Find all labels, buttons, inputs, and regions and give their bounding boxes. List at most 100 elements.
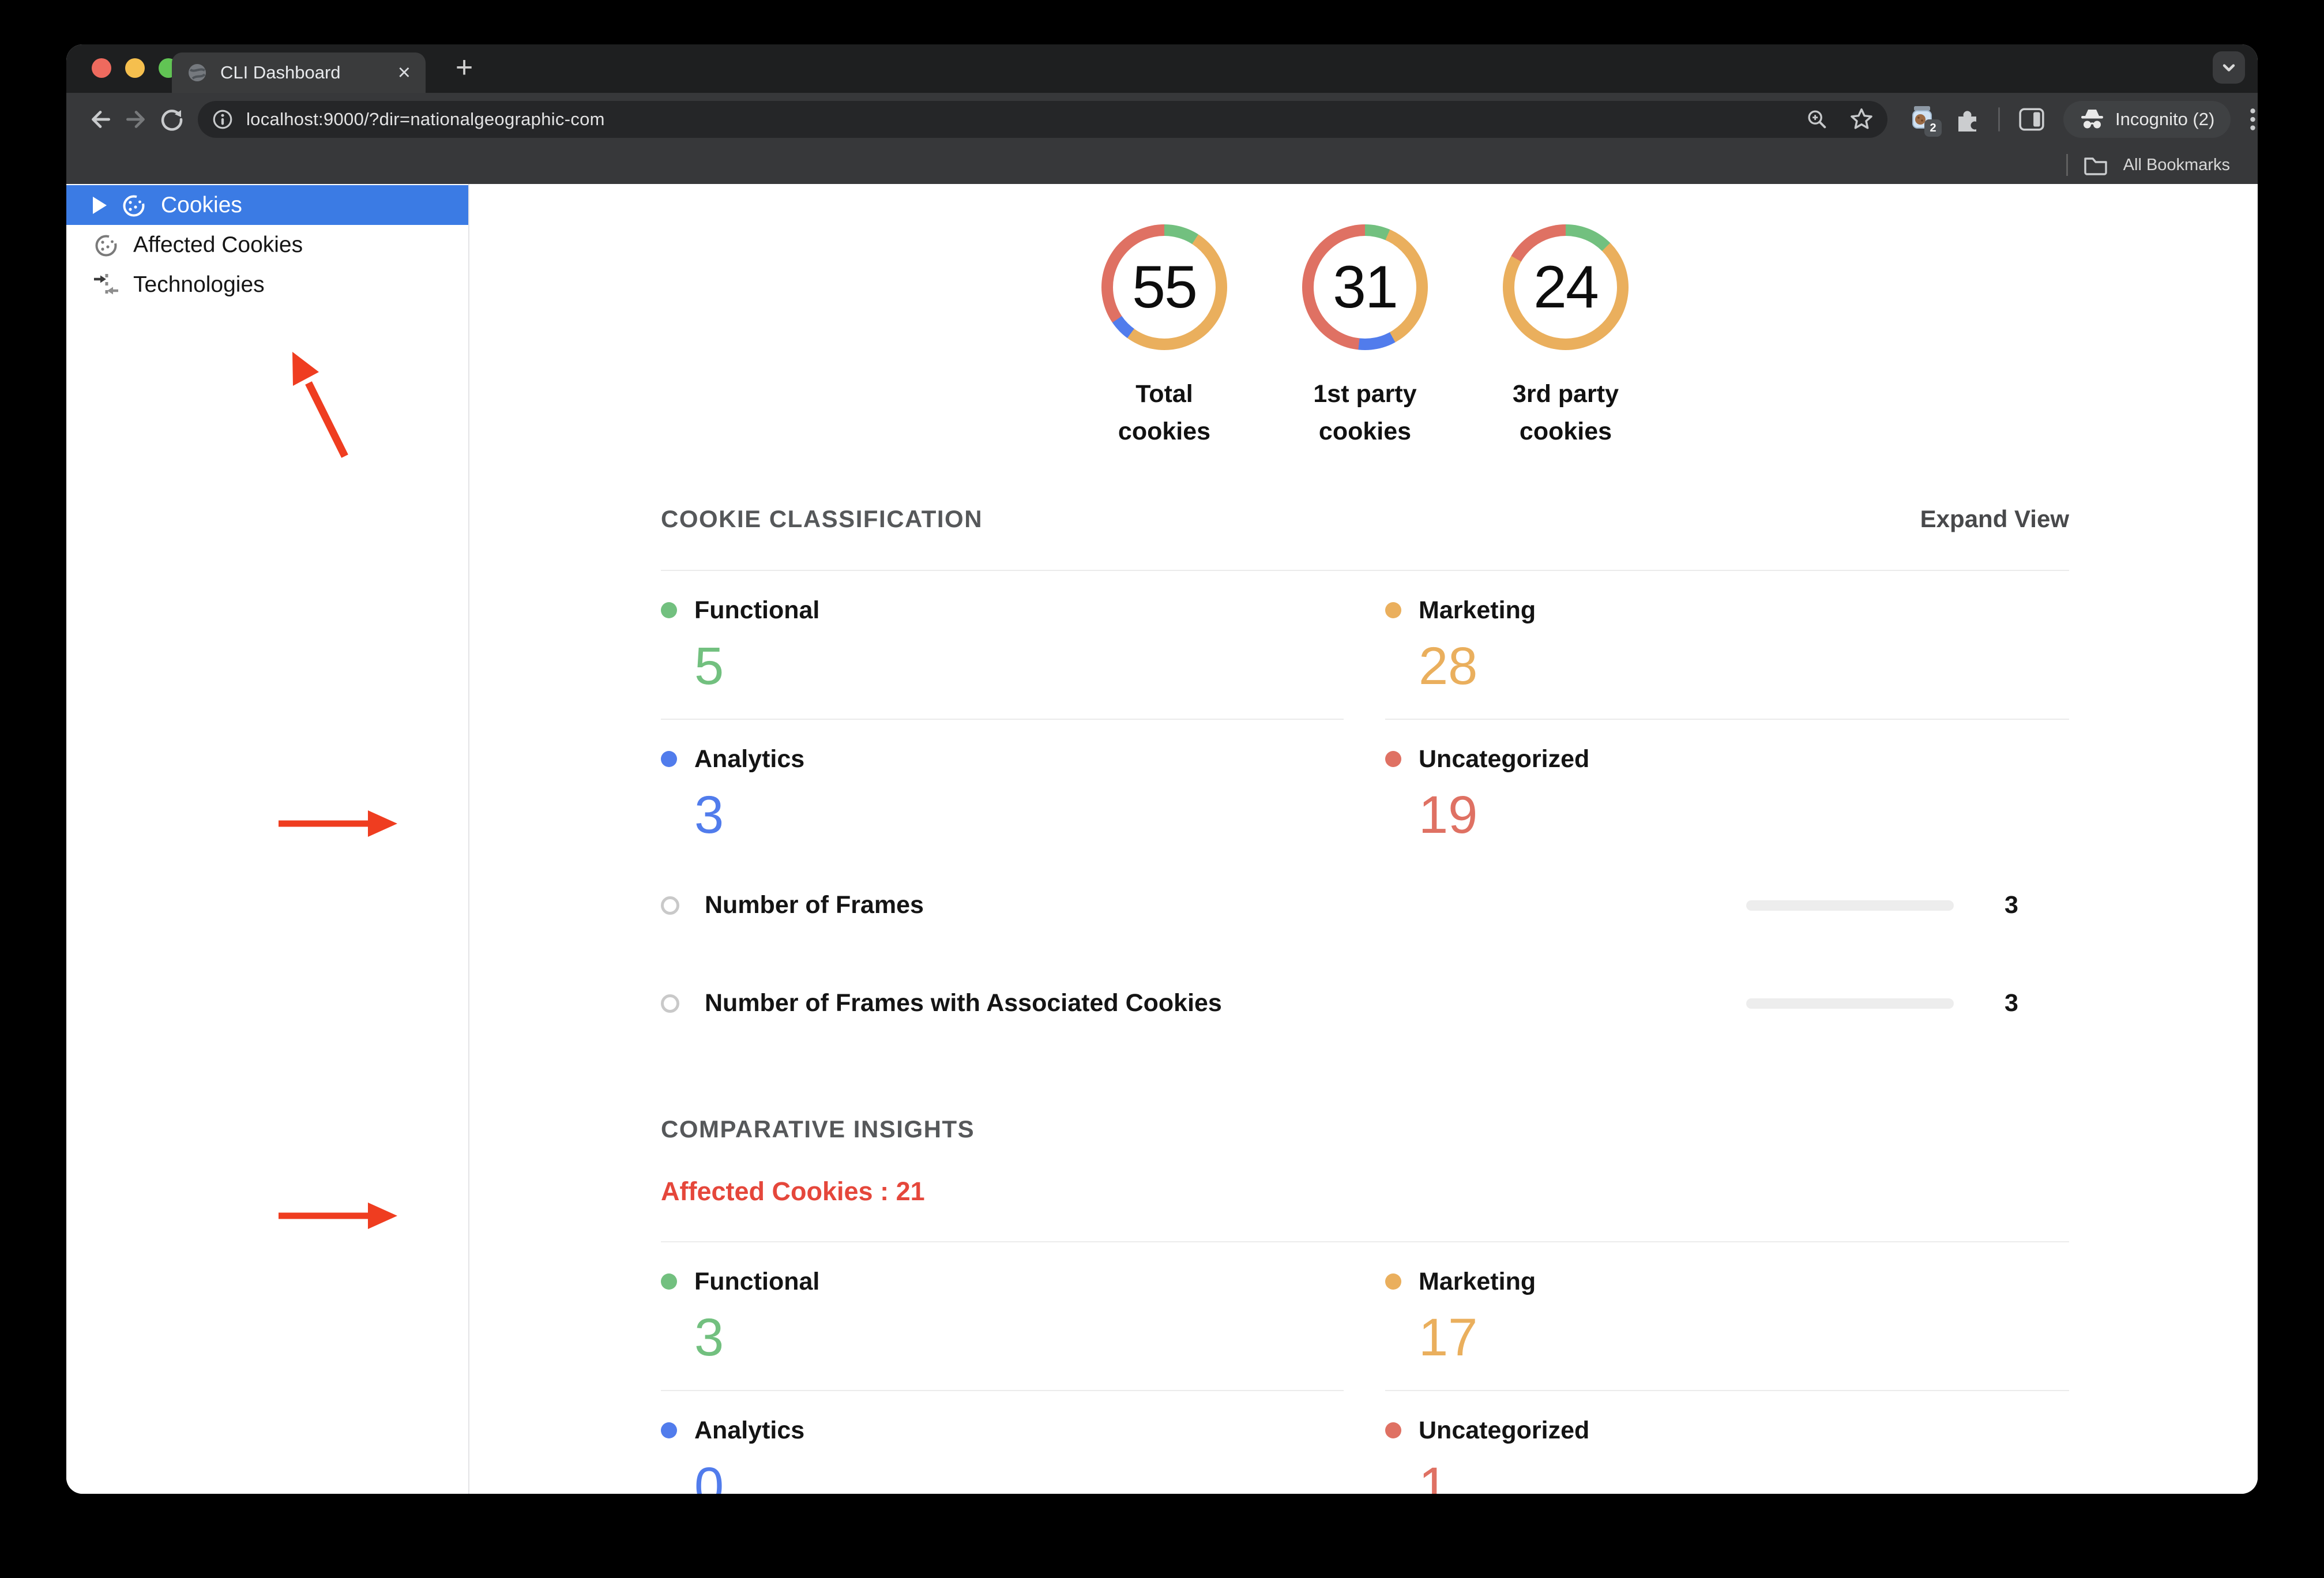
donut-total-cookies: 55 Total cookies	[1101, 224, 1228, 451]
donut-first-party-cookies: 31 1st party cookies	[1302, 224, 1428, 451]
category-count: 5	[694, 636, 724, 696]
category-name: Functional	[694, 596, 820, 624]
expand-view-button[interactable]: Expand View	[1920, 505, 2069, 533]
close-window-button[interactable]	[92, 58, 111, 78]
radio-circle-icon	[661, 994, 679, 1013]
category-count: 0	[694, 1456, 724, 1494]
frames-metric-row: Number of Frames with Associated Cookies…	[661, 986, 2069, 1021]
sidebar-item-affected-cookies[interactable]: Affected Cookies	[66, 225, 468, 265]
frames-metric-bar	[1746, 998, 1954, 1009]
frames-metric-label: Number of Frames with Associated Cookies	[705, 989, 1222, 1017]
section-title: COOKIE CLASSIFICATION	[661, 505, 983, 532]
expand-caret-icon[interactable]	[93, 196, 107, 214]
address-bar[interactable]: localhost:9000/?dir=nationalgeographic-c…	[198, 101, 1887, 138]
tab-close-icon[interactable]: ×	[398, 62, 411, 84]
category-count: 19	[1419, 785, 1478, 844]
category-name: Uncategorized	[1419, 1416, 1590, 1444]
side-panel-icon[interactable]	[2018, 107, 2045, 132]
sidebar-item-technologies[interactable]: Technologies	[66, 265, 468, 305]
new-tab-button[interactable]: +	[447, 50, 482, 85]
frames-metric-bar	[1746, 900, 1954, 911]
back-button[interactable]	[82, 102, 118, 137]
menu-kebab-icon[interactable]	[2249, 106, 2257, 133]
cookie-icon	[121, 192, 147, 219]
cookie-extension-icon[interactable]: 2	[1909, 106, 1942, 137]
url-text: localhost:9000/?dir=nationalgeographic-c…	[246, 109, 605, 129]
traffic-lights	[92, 58, 178, 78]
reload-icon	[161, 110, 183, 131]
extensions-puzzle-icon[interactable]	[1953, 106, 1980, 133]
category-dot	[1385, 1273, 1401, 1290]
sidebar-item-cookies[interactable]: Cookies	[66, 185, 468, 225]
cookie-icon	[93, 232, 119, 258]
category-dot	[661, 751, 677, 768]
toolbar-separator	[1998, 107, 2000, 132]
comparative-grid: Functional 3 Marketing 17 Analytics 0 Un…	[661, 1242, 2069, 1494]
reload-button[interactable]	[154, 102, 190, 137]
frames-metric-value: 3	[2005, 989, 2018, 1017]
category-cell-marketing: Marketing 17	[1385, 1242, 2069, 1391]
category-count: 1	[1419, 1456, 1449, 1494]
category-cell-marketing: Marketing 28	[1385, 571, 2069, 720]
category-name: Marketing	[1419, 1267, 1536, 1295]
category-count: 28	[1419, 636, 1478, 696]
category-cell-functional: Functional 5	[661, 571, 1344, 720]
bookmark-star-icon[interactable]	[1849, 107, 1874, 132]
dashboard-page: Cookies Affected Cookies Technologies 55…	[66, 184, 2258, 1494]
desktop: CLI Dashboard × + localhost:9000/?dir=na…	[0, 0, 2324, 1578]
donut-value: 24	[1533, 253, 1599, 321]
extension-badge: 2	[1924, 119, 1942, 137]
donut-caption: 3rd party cookies	[1512, 380, 1619, 446]
incognito-icon	[2081, 110, 2103, 129]
category-count: 3	[694, 1308, 724, 1367]
category-name: Marketing	[1419, 596, 1536, 624]
forward-arrow-icon	[126, 111, 145, 128]
site-info-icon[interactable]	[212, 108, 234, 130]
cookie-summary-donuts: 55 Total cookies 31 1st party cookies 24…	[661, 224, 2069, 451]
donut-ring: 31	[1302, 224, 1428, 350]
zoom-icon[interactable]	[1806, 108, 1829, 131]
donut-third-party-cookies: 24 3rd party cookies	[1502, 224, 1629, 451]
bookmarks-separator	[2066, 154, 2068, 176]
category-name: Analytics	[694, 745, 805, 773]
sidebar-item-label: Affected Cookies	[133, 232, 303, 257]
tab-search-button[interactable]	[2213, 51, 2245, 84]
donut-caption: 1st party cookies	[1313, 380, 1417, 446]
category-dot	[1385, 1422, 1401, 1439]
main-panel: 55 Total cookies 31 1st party cookies 24…	[469, 184, 2258, 1494]
tab-title: CLI Dashboard	[220, 62, 341, 82]
category-name: Functional	[694, 1267, 820, 1295]
tab-cli-dashboard[interactable]: CLI Dashboard ×	[172, 52, 426, 93]
donut-ring: 24	[1503, 224, 1629, 350]
affected-cookies-count: Affected Cookies : 21	[661, 1176, 925, 1206]
chevron-down-icon	[2223, 64, 2235, 72]
folder-icon	[2084, 157, 2107, 175]
donut-value: 31	[1333, 253, 1398, 321]
incognito-profile-chip[interactable]: Incognito (2)	[2063, 101, 2231, 138]
forward-button[interactable]	[118, 102, 154, 137]
sidebar-item-label: Cookies	[161, 192, 242, 217]
all-bookmarks-button[interactable]: All Bookmarks	[2123, 156, 2230, 175]
category-dot	[1385, 751, 1401, 768]
frames-metric-row: Number of Frames 3	[661, 888, 2069, 923]
technologies-icon	[93, 272, 119, 298]
classification-header: COOKIE CLASSIFICATION Expand View	[661, 504, 2069, 534]
category-count: 3	[694, 785, 724, 844]
tab-favicon-globe-icon	[187, 62, 208, 83]
frames-metric-label: Number of Frames	[705, 891, 924, 919]
sidebar: Cookies Affected Cookies Technologies	[66, 184, 469, 1494]
browser-window: CLI Dashboard × + localhost:9000/?dir=na…	[66, 44, 2258, 1494]
back-arrow-icon	[92, 111, 110, 128]
category-cell-functional: Functional 3	[661, 1242, 1344, 1391]
category-name: Analytics	[694, 1416, 805, 1444]
tab-strip: CLI Dashboard × +	[66, 44, 2258, 93]
browser-toolbar: localhost:9000/?dir=nationalgeographic-c…	[66, 93, 2258, 146]
donut-value: 55	[1132, 253, 1198, 321]
section-title: COMPARATIVE INSIGHTS	[661, 1115, 975, 1143]
category-cell-uncategorized: Uncategorized 1	[1385, 1391, 2069, 1494]
category-dot	[661, 1422, 677, 1439]
minimize-window-button[interactable]	[125, 58, 145, 78]
category-name: Uncategorized	[1419, 745, 1590, 773]
category-cell-analytics: Analytics 0	[661, 1391, 1344, 1494]
donut-caption: Total cookies	[1118, 380, 1211, 446]
